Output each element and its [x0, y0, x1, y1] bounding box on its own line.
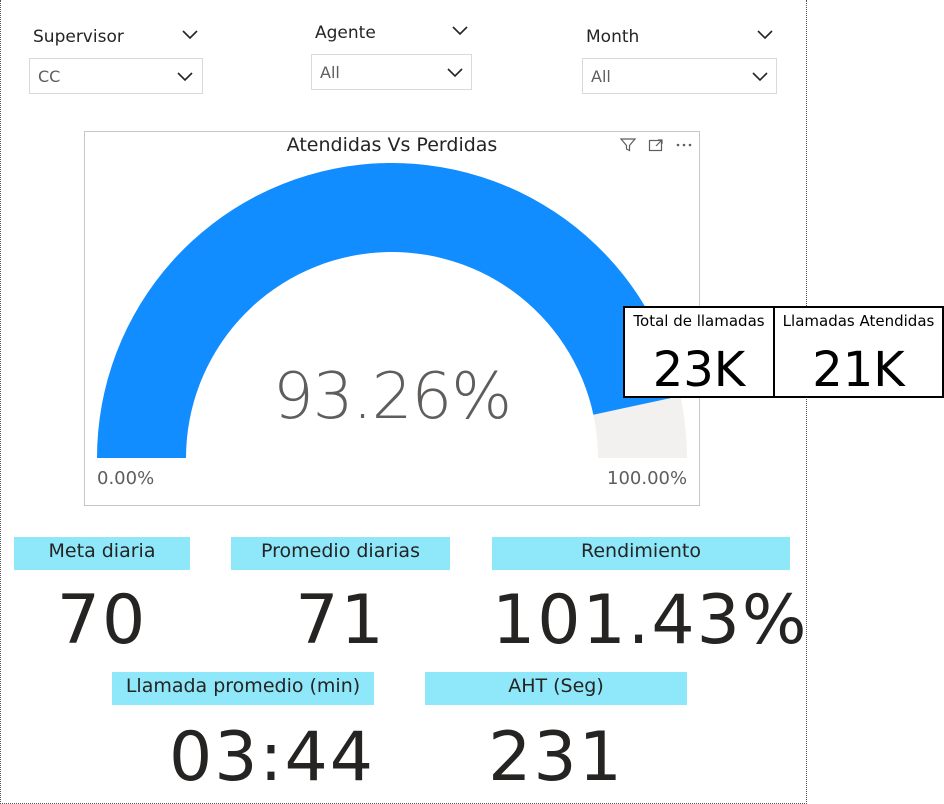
- llamadas-atendidas-label: Llamadas Atendidas: [782, 312, 935, 330]
- llamadas-atendidas-value: 21K: [812, 342, 905, 398]
- chevron-down-icon: [752, 72, 768, 82]
- month-slicer: Month All: [582, 24, 777, 96]
- promedio-diarias-value: 71: [295, 581, 386, 660]
- aht-label: AHT (Seg): [425, 672, 687, 705]
- gauge-max-label: 100.00%: [607, 468, 688, 489]
- chevron-down-icon[interactable]: [451, 24, 469, 38]
- supervisor-dropdown[interactable]: CC: [29, 58, 203, 94]
- llamada-promedio-label: Llamada promedio (min): [112, 672, 374, 705]
- agente-slicer: Agente All: [311, 20, 472, 92]
- chevron-down-icon[interactable]: [181, 28, 199, 42]
- chevron-down-icon: [177, 72, 193, 82]
- rendimiento-label: Rendimiento: [492, 537, 790, 570]
- gauge-value: 93.26%: [272, 360, 512, 434]
- agente-slicer-title: Agente: [315, 23, 376, 43]
- agente-dropdown-value: All: [320, 63, 340, 82]
- report-canvas: Supervisor CC Agente All Month All Atend…: [0, 0, 807, 804]
- total-llamadas-value: 23K: [652, 342, 746, 398]
- llamadas-atendidas-card[interactable]: Llamadas Atendidas 21K: [773, 306, 944, 398]
- gauge-min-label: 0.00%: [97, 468, 155, 489]
- chevron-down-icon[interactable]: [756, 28, 774, 42]
- supervisor-dropdown-value: CC: [38, 67, 61, 86]
- month-dropdown-value: All: [591, 67, 611, 86]
- agente-dropdown[interactable]: All: [311, 54, 472, 90]
- month-dropdown[interactable]: All: [582, 58, 777, 94]
- supervisor-slicer: Supervisor CC: [29, 24, 203, 96]
- chevron-down-icon: [447, 68, 463, 78]
- promedio-diarias-label: Promedio diarias: [231, 537, 450, 570]
- total-llamadas-card[interactable]: Total de llamadas 23K: [623, 306, 775, 398]
- supervisor-slicer-title: Supervisor: [33, 27, 124, 47]
- month-slicer-title: Month: [586, 27, 640, 47]
- meta-diaria-label: Meta diaria: [14, 537, 190, 570]
- total-llamadas-label: Total de llamadas: [633, 312, 765, 330]
- gauge-chart: [97, 163, 687, 458]
- rendimiento-value: 101.43%: [492, 581, 809, 660]
- llamada-promedio-value: 03:44: [169, 718, 375, 797]
- aht-value: 231: [488, 718, 624, 797]
- gauge-visual[interactable]: Atendidas Vs Perdidas 93.26% 0.00% 100.0…: [84, 131, 700, 506]
- meta-diaria-value: 70: [56, 581, 148, 660]
